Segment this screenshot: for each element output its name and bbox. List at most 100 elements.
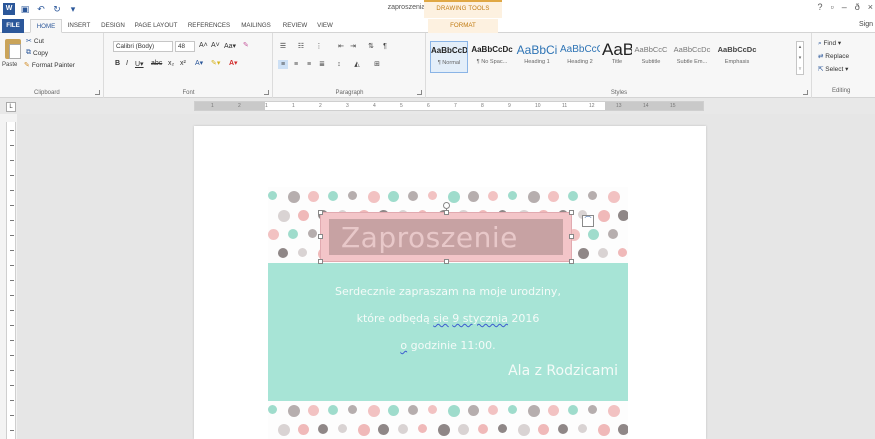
- tab-design[interactable]: DESIGN: [98, 19, 128, 33]
- tab-format[interactable]: FORMAT: [428, 19, 498, 33]
- document-page[interactable]: Zaproszenie ⌒ Serdecznie zapraszam na mo…: [194, 126, 706, 439]
- style-tile[interactable]: AaBbCcDc ¶ Normal: [430, 41, 468, 73]
- customize-qat-icon[interactable]: ▾: [67, 3, 79, 15]
- tab-page-layout[interactable]: PAGE LAYOUT: [131, 19, 181, 33]
- font-family-box[interactable]: Calibri (Body): [113, 41, 173, 52]
- change-case-icon[interactable]: Aa▾: [224, 42, 236, 50]
- tab-file[interactable]: FILE: [2, 19, 24, 33]
- style-tile[interactable]: AaBbCcDc Subtle Em...: [670, 41, 714, 73]
- copy-button[interactable]: ⧉ Copy: [26, 49, 48, 57]
- subscript-icon[interactable]: x₂: [168, 60, 174, 67]
- clipboard-dialog-launcher[interactable]: [95, 90, 100, 95]
- resize-handle-n[interactable]: [444, 210, 449, 215]
- style-gallery-more[interactable]: ▴ ▾ ▿: [796, 41, 804, 75]
- title-text-box[interactable]: Zaproszenie: [329, 219, 563, 255]
- replace-button[interactable]: ⇄ Replace: [818, 52, 849, 60]
- resize-handle-sw[interactable]: [318, 259, 323, 264]
- spelling-error[interactable]: sie: [433, 312, 449, 325]
- tab-view[interactable]: VIEW: [314, 19, 336, 33]
- rotation-handle[interactable]: [443, 202, 450, 209]
- close-icon[interactable]: ×: [868, 2, 873, 12]
- sign-in-link[interactable]: Sign: [859, 21, 873, 28]
- resize-handle-nw[interactable]: [318, 210, 323, 215]
- invitation-title[interactable]: Zaproszenie: [341, 221, 518, 254]
- font-color-icon[interactable]: A▾: [229, 59, 238, 67]
- ribbon-display-icon[interactable]: ▫: [831, 2, 834, 12]
- invitation-line-3[interactable]: o godzinie 11:00.: [268, 339, 628, 352]
- help-icon[interactable]: ?: [817, 2, 822, 12]
- justify-icon[interactable]: ≣: [317, 60, 327, 69]
- resize-handle-e[interactable]: [569, 234, 574, 239]
- invitation-signature[interactable]: Ala z Rodzicami: [508, 363, 618, 379]
- numbering-icon[interactable]: ☷: [296, 42, 306, 51]
- document-canvas[interactable]: Zaproszenie ⌒ Serdecznie zapraszam na mo…: [17, 114, 875, 439]
- find-label: Find: [823, 40, 837, 47]
- align-right-icon[interactable]: ≡: [304, 60, 314, 69]
- undo-icon[interactable]: ↶: [35, 3, 47, 15]
- font-size-box[interactable]: 48: [175, 41, 195, 52]
- strikethrough-icon[interactable]: abc: [151, 60, 162, 67]
- resize-handle-s[interactable]: [444, 259, 449, 264]
- select-button[interactable]: ⇱ Select ▾: [818, 65, 848, 73]
- style-tile[interactable]: AaBITitle: [602, 41, 632, 73]
- save-icon[interactable]: ▣: [19, 3, 31, 15]
- style-tile[interactable]: AaBbCcDc Emphasis: [716, 41, 758, 73]
- borders-icon[interactable]: ⊞: [372, 60, 382, 69]
- format-painter-button[interactable]: ✎ Format Painter: [24, 61, 75, 70]
- show-formatting-icon[interactable]: ¶: [380, 42, 390, 51]
- font-dialog-launcher[interactable]: [264, 90, 269, 95]
- polka-dot: [608, 229, 618, 239]
- bullets-icon[interactable]: ☰: [278, 42, 288, 51]
- vertical-ruler[interactable]: [6, 122, 16, 439]
- grow-font-icon[interactable]: A˄: [199, 42, 208, 49]
- style-tile[interactable]: AaBbCcDc ¶ No Spac...: [470, 41, 514, 73]
- shading-icon[interactable]: ◭: [352, 60, 362, 69]
- tab-review[interactable]: REVIEW: [279, 19, 311, 33]
- bold-icon[interactable]: B: [115, 60, 120, 67]
- restore-icon[interactable]: ð: [855, 2, 860, 12]
- ruler-number: 15: [670, 103, 676, 109]
- styles-dialog-launcher[interactable]: [803, 90, 808, 95]
- align-left-icon[interactable]: ≡: [278, 60, 288, 69]
- line-spacing-icon[interactable]: ↕: [334, 60, 344, 69]
- resize-handle-w[interactable]: [318, 234, 323, 239]
- minimize-icon[interactable]: –: [842, 2, 847, 12]
- grammar-error[interactable]: 9 stycznia: [452, 312, 508, 325]
- multilevel-list-icon[interactable]: ⋮: [314, 42, 324, 51]
- tab-insert[interactable]: INSERT: [64, 19, 94, 33]
- decrease-indent-icon[interactable]: ⇤: [336, 42, 346, 51]
- increase-indent-icon[interactable]: ⇥: [348, 42, 358, 51]
- underline-icon[interactable]: U▾: [135, 60, 144, 68]
- style-tile[interactable]: AaBbCcC Heading 2: [560, 41, 600, 73]
- word-logo-icon[interactable]: W: [3, 3, 15, 15]
- style-tile[interactable]: AaBbCcC Subtitle: [634, 41, 668, 73]
- tab-selector[interactable]: L: [6, 102, 16, 112]
- style-tile[interactable]: AaBbCi Heading 1: [516, 41, 558, 73]
- paragraph-dialog-launcher[interactable]: [417, 90, 422, 95]
- redo-icon[interactable]: ↻: [51, 3, 63, 15]
- invitation-line-1[interactable]: Serdecznie zapraszam na moje urodziny,: [268, 285, 628, 298]
- invitation-line-2[interactable]: które odbędą sie 9 stycznia 2016: [268, 312, 628, 325]
- sort-icon[interactable]: ⇅: [366, 42, 376, 51]
- horizontal-ruler[interactable]: 1 2 1 1 2 3 4 5 6 7 8 9 10 11 12 13 14 15: [194, 101, 704, 111]
- find-button[interactable]: ⌕ Find ▾: [818, 39, 841, 48]
- highlight-icon[interactable]: ✎▾: [211, 59, 220, 67]
- title-shape[interactable]: Zaproszenie: [318, 202, 574, 264]
- layout-options-icon[interactable]: ⌒: [582, 215, 594, 227]
- tab-references[interactable]: REFERENCES: [185, 19, 233, 33]
- clear-formatting-icon[interactable]: ✎: [243, 41, 249, 49]
- invitation-card[interactable]: Zaproszenie ⌒ Serdecznie zapraszam na mo…: [268, 187, 628, 439]
- resize-handle-se[interactable]: [569, 259, 574, 264]
- shrink-font-icon[interactable]: A˅: [211, 42, 220, 49]
- tab-home[interactable]: HOME: [30, 19, 62, 33]
- italic-icon[interactable]: I: [126, 60, 128, 67]
- align-center-icon[interactable]: ≡: [291, 60, 301, 69]
- cut-button[interactable]: ✂ Cut: [26, 37, 44, 46]
- tab-mailings[interactable]: MAILINGS: [237, 19, 275, 33]
- text-effects-icon[interactable]: A▾: [195, 59, 203, 67]
- ruler-tick: [10, 220, 14, 221]
- paste-icon[interactable]: [5, 39, 21, 59]
- superscript-icon[interactable]: x²: [180, 60, 186, 67]
- paste-button[interactable]: Paste: [2, 62, 17, 68]
- resize-handle-ne[interactable]: [569, 210, 574, 215]
